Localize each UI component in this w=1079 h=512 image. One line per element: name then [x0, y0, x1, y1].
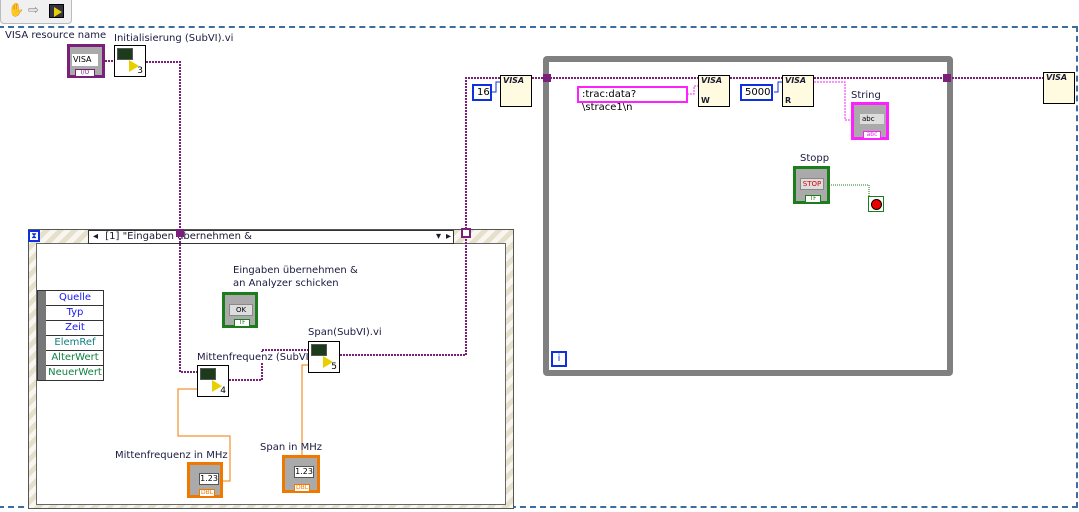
string-tag: abc: [863, 131, 881, 139]
visa-text: VISA: [785, 76, 807, 85]
loop-condition-terminal[interactable]: [868, 196, 884, 212]
ok-button: OK: [229, 304, 253, 316]
tunnel: [176, 229, 184, 237]
string-value: abc: [860, 114, 884, 124]
mitten-subvi[interactable]: 4: [197, 365, 229, 397]
subvi-number: 5: [331, 362, 337, 372]
visa-configure-node[interactable]: VISA: [500, 75, 532, 107]
subvi-number: 4: [220, 386, 226, 396]
visa-text: VISA: [503, 76, 525, 85]
init-subvi[interactable]: 3: [114, 45, 146, 77]
visa-wire: [340, 77, 500, 356]
mitten-subvi-label: Mittenfrequenz (SubVI).vi: [197, 352, 325, 363]
apply-button-label-2: an Analyzer schicken: [233, 278, 339, 289]
span-subvi[interactable]: 5: [308, 341, 340, 373]
apply-button-label: Eingaben übernehmen &: [233, 265, 358, 276]
command-string-constant[interactable]: :trac:data?\strace1\n: [577, 86, 688, 113]
visa-resource-control[interactable]: VISA I/O: [67, 44, 105, 78]
visa-value: VISA: [72, 54, 98, 66]
tf-tag: TF: [234, 319, 250, 327]
numeric-value: 1.23: [199, 473, 219, 485]
span-control-label: Span in MHz: [260, 442, 323, 453]
stop-button: STOP: [800, 178, 824, 190]
tunnel: [943, 74, 951, 82]
visa-resource-label: VISA resource name: [5, 30, 107, 41]
visa-wire: [146, 61, 197, 373]
tf-tag: TF: [805, 195, 821, 203]
int-wire: [774, 81, 782, 93]
stop-sign-icon: [872, 200, 881, 209]
baud-constant[interactable]: 16: [472, 84, 492, 101]
visa-text: VISA: [701, 76, 723, 85]
tunnel: [543, 74, 551, 82]
tunnel: [461, 228, 471, 238]
visa-tag: I/O: [75, 69, 95, 77]
visa-write-node[interactable]: VISA W: [698, 75, 730, 107]
string-wire: [687, 85, 698, 95]
apply-button-terminal[interactable]: OK TF: [222, 292, 258, 328]
write-letter: W: [701, 96, 710, 105]
span-subvi-label: Span(SubVI).vi: [308, 327, 382, 338]
dbl-tag: DBL: [199, 489, 215, 497]
read-letter: R: [785, 96, 792, 105]
span-control[interactable]: 1.23 DBL: [282, 455, 320, 493]
init-subvi-label: Initialisierung (SubVI).vi: [114, 33, 234, 44]
byte-count-constant[interactable]: 5000: [740, 84, 773, 101]
numeric-value: 1.23: [294, 466, 314, 478]
mitten-control-label: Mittenfrequenz in MHz: [115, 450, 228, 461]
string-indicator[interactable]: abc abc: [851, 102, 889, 140]
visa-read-node[interactable]: VISA R: [782, 75, 814, 107]
subvi-number: 3: [137, 66, 143, 76]
bool-wire: [829, 184, 870, 197]
wires: [105, 60, 1043, 482]
visa-text: VISA: [1046, 73, 1068, 82]
visa-wire: [814, 81, 851, 121]
int-wire: [492, 81, 500, 93]
visa-close-node[interactable]: VISA: [1043, 72, 1075, 104]
string-indicator-label: String: [851, 90, 881, 101]
stop-button-terminal[interactable]: STOP TF: [793, 166, 830, 204]
stop-label: Stopp: [800, 153, 830, 164]
mitten-control[interactable]: 1.23 DBL: [187, 462, 223, 498]
dbl-tag: DBL: [294, 484, 310, 492]
